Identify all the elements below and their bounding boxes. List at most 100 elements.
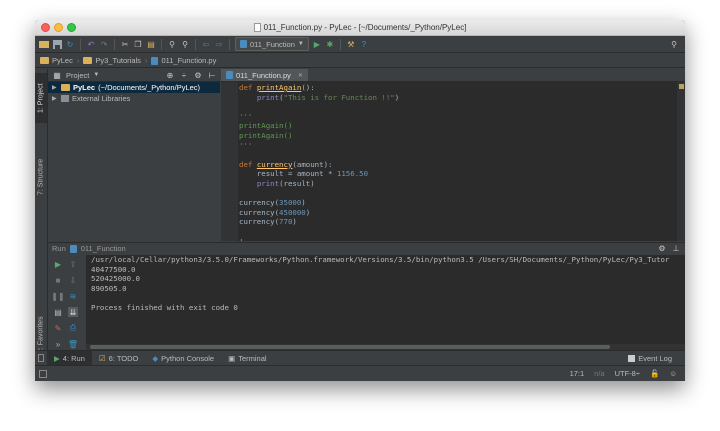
chevron-down-icon: ▼ (297, 41, 304, 47)
scrollbar-thumb[interactable] (90, 345, 610, 349)
project-view-icon: ▦ (53, 70, 61, 80)
code-line: currency(35000) (239, 198, 399, 208)
project-panel: ▦ Project ▼ ⊕ ÷ ⚙ ⊢ ▶ PyLec (~/Documents… (48, 69, 220, 241)
code-keyword: def (239, 159, 253, 169)
tree-item-root[interactable]: ▶ PyLec (~/Documents/_Python/PyLec) (48, 82, 220, 93)
editor-tab-011-function[interactable]: 011_Function.py ✕ (221, 69, 308, 81)
pause-icon[interactable]: ❚❚ (51, 291, 64, 301)
run-config-select[interactable]: 011_Function ▼ (235, 37, 309, 51)
undo-icon[interactable]: ↶ (86, 39, 96, 49)
encoding-selector[interactable]: UTF-8÷ (615, 369, 640, 378)
external-libraries-label: External Libraries (72, 94, 131, 103)
tab-structure[interactable]: 7: Structure (35, 149, 47, 205)
chevron-down-icon[interactable]: ▼ (93, 72, 99, 78)
rerun-icon[interactable]: ▶ (53, 259, 63, 269)
trash-icon[interactable]: 🗑 (68, 339, 78, 349)
breadcrumb-label: PyLec (52, 56, 73, 65)
replace-icon[interactable]: ⚲ (180, 39, 190, 49)
code-number: 450000 (279, 207, 306, 217)
find-icon[interactable]: ⚲ (167, 39, 177, 49)
tab-run[interactable]: ▶ 4: Run (47, 351, 92, 365)
help-icon[interactable]: ? (359, 39, 369, 49)
save-icon[interactable] (52, 39, 62, 49)
inspector-icon[interactable]: ☺ (669, 369, 677, 378)
scroll-up-icon[interactable]: ⇧ (68, 259, 78, 269)
lock-icon[interactable]: 🔓 (650, 369, 659, 378)
more-icon[interactable]: » (53, 339, 63, 349)
window-title-text: 011_Function.py - PyLec - [~/Documents/_… (263, 23, 467, 32)
editor-scrollbar[interactable] (677, 82, 685, 241)
code-editor[interactable]: def printAgain(): print("This is for Fun… (239, 83, 399, 246)
redo-icon[interactable]: ↷ (99, 39, 109, 49)
locate-icon[interactable]: ⊕ (165, 70, 175, 80)
breadcrumb-file[interactable]: 011_Function.py (151, 56, 216, 65)
toolbar-separator (114, 38, 115, 50)
back-arrow-icon[interactable]: ⇦ (201, 39, 211, 49)
expand-arrow-icon[interactable]: ▶ (52, 95, 58, 102)
paste-icon[interactable]: ▤ (146, 39, 156, 49)
minimize-window-button[interactable] (54, 23, 63, 32)
close-window-button[interactable] (41, 23, 50, 32)
cut-icon[interactable]: ✂ (120, 39, 130, 49)
restore-layout-icon[interactable]: ▤ (53, 307, 63, 317)
scroll-down-icon[interactable]: ⇩ (68, 275, 78, 285)
code-function-name: printAgain (256, 83, 302, 92)
code-identifier: result (283, 178, 311, 188)
breadcrumb-label: Py3_Tutorials (95, 56, 141, 65)
forward-arrow-icon[interactable]: ⇨ (214, 39, 224, 49)
navigation-bar: PyLec › Py3_Tutorials › 011_Function.py (35, 54, 685, 68)
gear-icon[interactable]: ⚙ (657, 244, 667, 254)
console-line: 40477500.0 (91, 264, 136, 274)
toolbar-separator (195, 38, 196, 50)
hide-panel-icon[interactable]: ⊢ (207, 70, 217, 80)
debug-icon[interactable]: ✱ (325, 39, 335, 49)
print-icon[interactable]: ⎙ (68, 323, 78, 333)
close-tab-icon[interactable]: ✕ (298, 72, 303, 79)
code-line: def currency(amount): (239, 160, 399, 170)
python-file-icon (151, 56, 159, 65)
tab-project-label: 1: Project (37, 83, 45, 113)
search-everywhere-icon[interactable]: ⚲ (669, 39, 679, 49)
collapse-all-icon[interactable]: ÷ (179, 70, 189, 80)
tab-terminal[interactable]: ▣ Terminal (221, 351, 273, 365)
run-icon[interactable]: ▶ (312, 39, 322, 49)
code-number: 770 (279, 217, 293, 227)
copy-icon[interactable]: ❐ (133, 39, 143, 49)
tab-project[interactable]: 1: Project (35, 73, 47, 123)
expand-arrow-icon[interactable]: ▶ (52, 84, 58, 91)
hide-panel-icon[interactable]: ⊥ (671, 244, 681, 254)
settings-icon[interactable]: ⚒ (346, 39, 356, 49)
code-docstring: printAgain() (239, 130, 293, 140)
tab-todo-label: 6: TODO (108, 353, 139, 363)
code-text: ) (310, 178, 315, 188)
breadcrumb-folder[interactable]: Py3_Tutorials (83, 56, 141, 65)
scroll-to-end-icon[interactable]: ⇊ (68, 307, 78, 317)
cursor-position[interactable]: 17:1 (570, 369, 585, 378)
breadcrumb-project[interactable]: PyLec (40, 56, 73, 65)
code-line: currency(770) (239, 217, 399, 227)
open-folder-icon[interactable] (39, 39, 49, 49)
gear-icon[interactable]: ⚙ (193, 70, 203, 80)
run-config-label: 011_Function (250, 39, 295, 49)
tree-item-external-libraries[interactable]: ▶ External Libraries (48, 93, 220, 104)
project-header-label[interactable]: Project (66, 71, 89, 80)
console-output[interactable]: /usr/local/Cellar/python3/3.5.0/Framewor… (86, 255, 685, 350)
code-text: (): (301, 83, 315, 92)
stop-icon[interactable]: ■ (53, 275, 63, 285)
code-text: ) (301, 198, 306, 208)
pin-tab-icon[interactable]: ✎ (53, 323, 63, 333)
tab-event-log[interactable]: Event Log (621, 351, 679, 365)
tab-run-label: 4: Run (62, 353, 85, 363)
folder-icon (61, 84, 70, 91)
soft-wrap-icon[interactable]: ≋ (68, 291, 78, 301)
code-number: 35000 (279, 198, 302, 208)
sync-icon[interactable]: ↻ (65, 39, 75, 49)
tab-todo[interactable]: ☑ 6: TODO (92, 351, 145, 365)
zoom-window-button[interactable] (67, 23, 76, 32)
tab-python-console[interactable]: ◆ Python Console (145, 351, 221, 365)
status-toggle-icon[interactable] (39, 370, 47, 378)
warning-marker-icon[interactable] (679, 84, 684, 89)
toggle-tool-windows-icon[interactable] (35, 351, 47, 365)
left-tool-strip: 1: Project 7: Structure 2: Favorites (35, 69, 48, 364)
